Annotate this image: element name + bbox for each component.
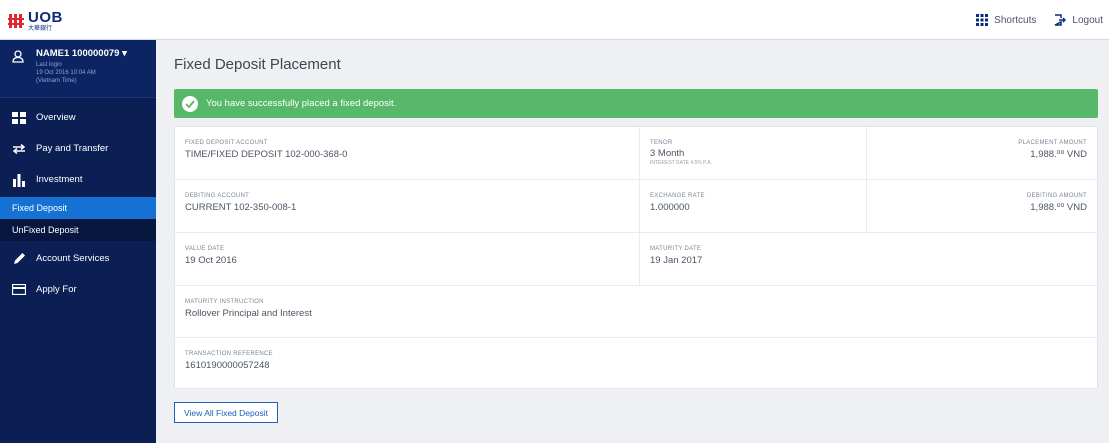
check-circle-icon (182, 95, 198, 112)
sidebar-item-pay-and-transfer[interactable]: Pay and Transfer (0, 133, 156, 164)
debiting-account-value: CURRENT 102-350-008-1 (185, 202, 297, 213)
sidebar-item-label: Apply For (36, 284, 77, 295)
exchange-rate-label: EXCHANGE RATE (650, 193, 705, 199)
details-row: FIXED DEPOSIT ACCOUNT TIME/FIXED DEPOSIT… (175, 127, 1097, 180)
view-all-fixed-deposit-button[interactable]: View All Fixed Deposit (174, 402, 278, 423)
sidebar-item-label: Account Services (36, 253, 110, 264)
details-row: TRANSACTION REFERENCE 1610190000057248 (175, 338, 1097, 388)
success-banner: You have successfully placed a fixed dep… (174, 89, 1098, 118)
sidebar-item-investment[interactable]: Investment (0, 164, 156, 195)
transaction-reference-value: 1610190000057248 (185, 360, 270, 371)
logout-icon (1055, 14, 1067, 26)
value-date-value: 19 Oct 2016 (185, 255, 237, 266)
logout-label: Logout (1072, 14, 1103, 26)
transaction-reference-label: TRANSACTION REFERENCE (185, 351, 273, 357)
last-login-value: 19 Oct 2016 10:04 AM (36, 70, 96, 76)
user-profile-block[interactable]: NAME1 100000079 ▾ Last login 19 Oct 2016… (0, 40, 156, 98)
page-title: Fixed Deposit Placement (174, 56, 341, 73)
debiting-amount-value: 1,988.⁰⁰ VND (1030, 202, 1087, 213)
details-row: VALUE DATE 19 Oct 2016 MATURITY DATE 19 … (175, 233, 1097, 286)
maturity-instruction-value: Rollover Principal and Interest (185, 308, 312, 319)
fixed-deposit-account-value: TIME/FIXED DEPOSIT 102-000-368-0 (185, 149, 348, 160)
sidebar-subitem-unfixed-deposit[interactable]: UnFixed Deposit (0, 219, 156, 241)
fixed-deposit-account-label: FIXED DEPOSIT ACCOUNT (185, 140, 268, 146)
details-row: MATURITY INSTRUCTION Rollover Principal … (175, 286, 1097, 338)
sidebar-item-label: Overview (36, 112, 76, 123)
shortcuts-label: Shortcuts (994, 14, 1037, 26)
logo-subtitle: 大華銀行 (28, 26, 53, 32)
grid-icon (12, 111, 26, 125)
top-bar: UOB 大華銀行 Shortcuts Logout (0, 0, 1109, 40)
details-row: DEBITING ACCOUNT CURRENT 102-350-008-1 E… (175, 180, 1097, 233)
timezone-label: (Vietnam Time) (36, 78, 77, 84)
card-icon (12, 283, 26, 297)
pencil-icon (12, 252, 26, 266)
bar-chart-icon (12, 173, 26, 187)
last-login-label: Last login (36, 62, 62, 68)
transfer-arrows-icon (12, 142, 26, 156)
placement-details-card: FIXED DEPOSIT ACCOUNT TIME/FIXED DEPOSIT… (174, 126, 1098, 389)
sidebar-item-label: Pay and Transfer (36, 143, 109, 154)
logo-name: UOB (28, 9, 63, 26)
user-icon (12, 50, 24, 68)
tenor-label: TENOR (650, 140, 673, 146)
value-date-label: VALUE DATE (185, 246, 225, 252)
sidebar-item-overview[interactable]: Overview (0, 102, 156, 133)
main-content: Fixed Deposit Placement You have success… (156, 40, 1109, 443)
shortcuts-button[interactable]: Shortcuts (976, 14, 1036, 26)
maturity-instruction-label: MATURITY INSTRUCTION (185, 299, 264, 305)
exchange-rate-value: 1.000000 (650, 202, 690, 213)
interest-rate-note: INTEREST RATE 4.5% p.a. (650, 160, 712, 166)
sidebar-item-apply-for[interactable]: Apply For (0, 274, 156, 305)
sidebar: NAME1 100000079 ▾ Last login 19 Oct 2016… (0, 40, 156, 443)
grid-dots-icon (976, 14, 989, 26)
placement-amount-label: PLACEMENT AMOUNT (1018, 140, 1087, 146)
user-name[interactable]: NAME1 100000079 ▾ (36, 48, 146, 59)
uob-logo-mark-icon (8, 13, 24, 29)
maturity-date-value: 19 Jan 2017 (650, 255, 703, 266)
debiting-account-label: DEBITING ACCOUNT (185, 193, 250, 199)
sidebar-item-label: Investment (36, 174, 83, 185)
logout-button[interactable]: Logout (1054, 14, 1103, 26)
debiting-amount-label: DEBITING AMOUNT (1026, 193, 1087, 199)
sidebar-subitem-label: UnFixed Deposit (12, 225, 79, 235)
sidebar-subitem-fixed-deposit[interactable]: Fixed Deposit (0, 197, 156, 219)
success-message: You have successfully placed a fixed dep… (206, 98, 397, 109)
maturity-date-label: MATURITY DATE (650, 246, 702, 252)
sidebar-subitem-label: Fixed Deposit (12, 203, 68, 213)
chevron-down-icon: ▾ (122, 48, 127, 59)
placement-amount-value: 1,988.⁰⁰ VND (1030, 149, 1087, 160)
tenor-value: 3 Month (650, 148, 685, 159)
uob-logo[interactable]: UOB 大華銀行 (8, 8, 128, 34)
sidebar-item-account-services[interactable]: Account Services (0, 243, 156, 274)
